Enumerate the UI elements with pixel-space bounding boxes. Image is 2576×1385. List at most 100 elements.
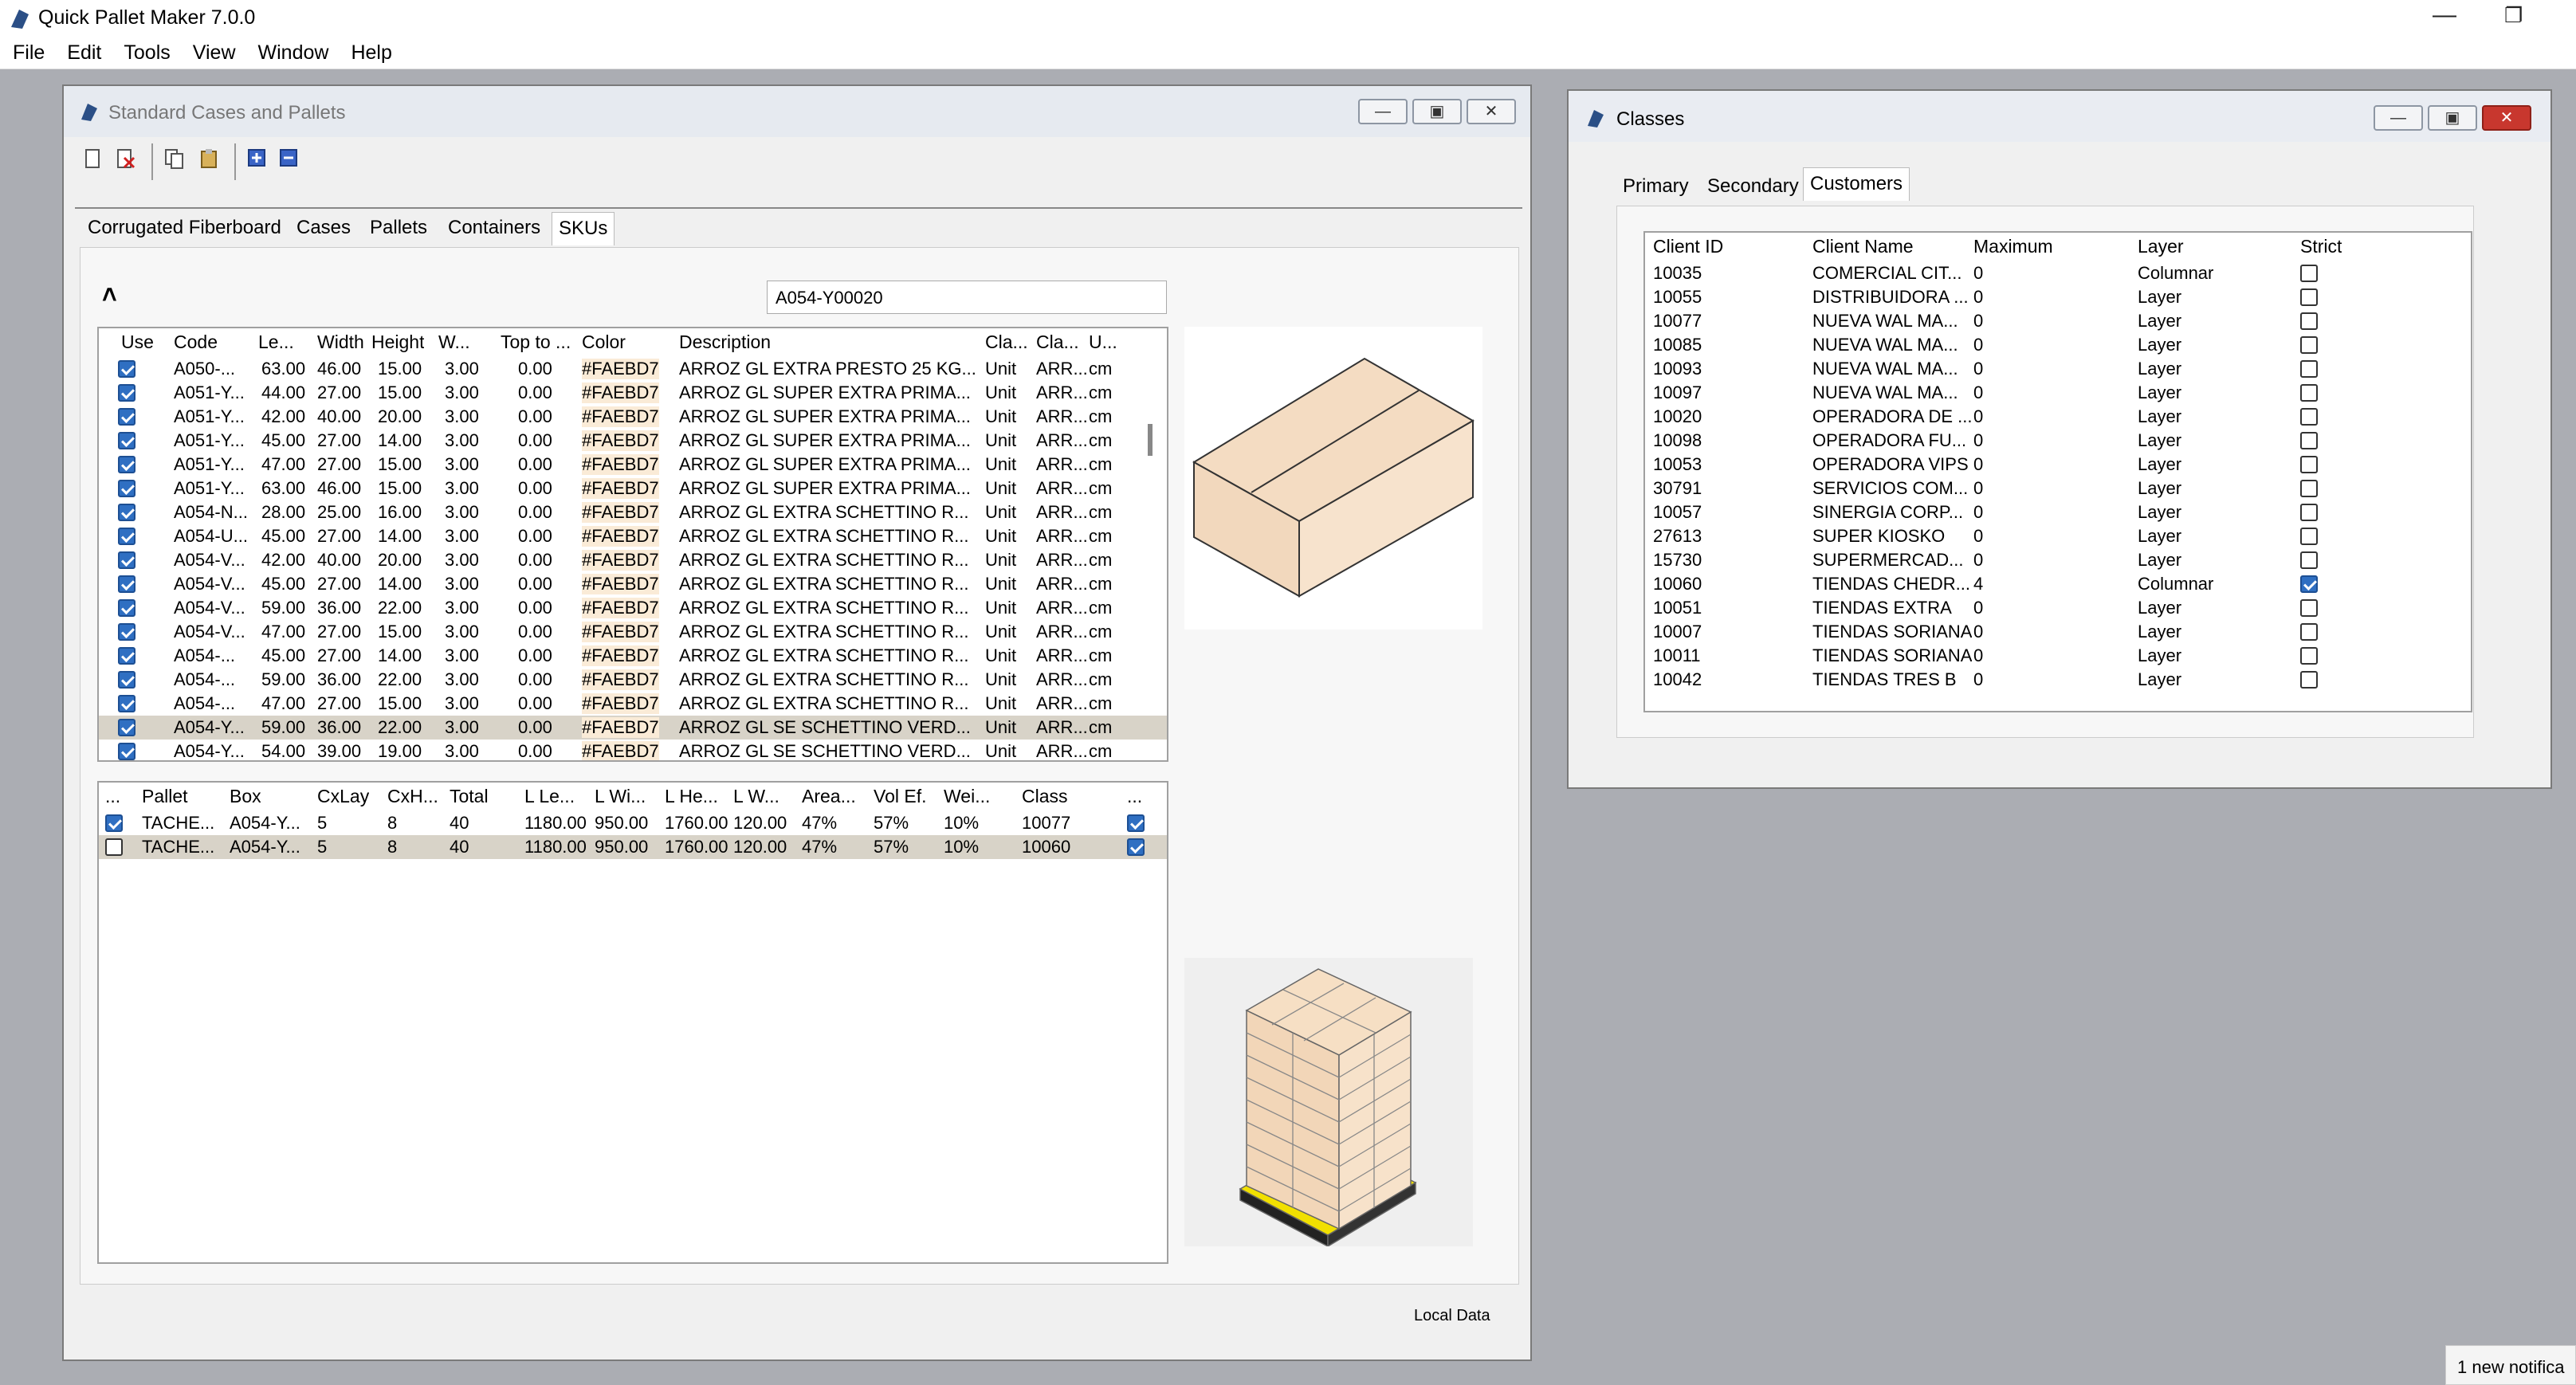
sku-row[interactable]: A054-V... 45.00 27.00 14.00 3.00 0.00 #FAEBD7 A…	[99, 572, 1167, 596]
use-checkbox[interactable]	[118, 623, 135, 641]
paste-icon[interactable]	[199, 148, 220, 169]
pallet-header-9[interactable]: L W...	[733, 786, 779, 807]
window-close-button[interactable]: ✕	[1467, 99, 1516, 124]
sku-row[interactable]: A054-N... 28.00 25.00 16.00 3.00 0.00 #FAEBD7 A…	[99, 500, 1167, 524]
pallet-header-8[interactable]: L He...	[665, 786, 718, 807]
sku-header-9[interactable]: Cla...	[985, 332, 1028, 353]
use-checkbox[interactable]	[118, 743, 135, 760]
pallet-checkbox[interactable]	[105, 838, 123, 856]
use-checkbox[interactable]	[118, 575, 135, 593]
pallet-header-3[interactable]: CxLay	[317, 786, 369, 807]
customer-row[interactable]: 10020 OPERADORA DE ... 0 Layer	[1645, 405, 2471, 429]
sku-row[interactable]: A054-... 59.00 36.00 22.00 3.00 0.00 #FAEBD7 AR…	[99, 668, 1167, 692]
pallet-header-2[interactable]: Box	[230, 786, 261, 807]
sku-header-6[interactable]: Top to ...	[501, 332, 571, 353]
strict-checkbox[interactable]	[2300, 265, 2318, 282]
strict-checkbox[interactable]	[2300, 336, 2318, 354]
customer-row[interactable]: 10007 TIENDAS SORIANA 0 Layer	[1645, 620, 2471, 644]
use-checkbox[interactable]	[118, 671, 135, 689]
strict-checkbox[interactable]	[2300, 384, 2318, 402]
tab-primary[interactable]: Primary	[1616, 171, 1695, 204]
strict-checkbox[interactable]	[2300, 504, 2318, 521]
classes-minimize-button[interactable]: —	[2374, 105, 2423, 131]
use-checkbox[interactable]	[118, 695, 135, 712]
pallet-header-13[interactable]: Class	[1022, 786, 1068, 807]
pallet-header-4[interactable]: CxH...	[387, 786, 438, 807]
pallet-header-10[interactable]: Area...	[802, 786, 856, 807]
strict-checkbox[interactable]	[2300, 671, 2318, 689]
customer-row[interactable]: 30791 SERVICIOS COM... 0 Layer	[1645, 477, 2471, 500]
menu-file[interactable]: File	[13, 38, 45, 65]
tab-corrugated-fiberboard[interactable]: Corrugated Fiberboard	[81, 212, 288, 245]
sku-row[interactable]: A054-... 47.00 27.00 15.00 3.00 0.00 #FAEBD7 AR…	[99, 692, 1167, 716]
tab-customers[interactable]: Customers	[1803, 167, 1910, 201]
pallet-header-6[interactable]: L Le...	[524, 786, 575, 807]
collapse-icon[interactable]: ˄	[102, 281, 117, 310]
strict-checkbox[interactable]	[2300, 312, 2318, 330]
customer-row[interactable]: 10085 NUEVA WAL MA... 0 Layer	[1645, 333, 2471, 357]
pallet-row[interactable]: TACHE... A054-Y... 5 8 40 1180.00 950.00 1760.0…	[99, 835, 1167, 859]
window-minimize-button[interactable]: —	[1358, 99, 1408, 124]
sku-header-3[interactable]: Width	[317, 332, 364, 353]
export-icon[interactable]	[279, 148, 300, 169]
pallet-header-12[interactable]: Wei...	[944, 786, 990, 807]
customer-row[interactable]: 10053 OPERADORA VIPS 0 Layer	[1645, 453, 2471, 477]
menu-edit[interactable]: Edit	[67, 38, 101, 65]
app-minimize-button[interactable]: —	[2433, 2, 2456, 29]
customer-row[interactable]: 15730 SUPERMERCAD... 0 Layer	[1645, 548, 2471, 572]
strict-checkbox[interactable]	[2300, 288, 2318, 306]
window-maximize-button[interactable]: ▣	[1412, 99, 1462, 124]
sku-row[interactable]: A054-Y... 54.00 39.00 19.00 3.00 0.00 #FAEBD7 A…	[99, 740, 1167, 760]
strict-checkbox[interactable]	[2300, 623, 2318, 641]
tab-skus[interactable]: SKUs	[552, 212, 615, 245]
classes-maximize-button[interactable]: ▣	[2428, 105, 2477, 131]
customer-row[interactable]: 10011 TIENDAS SORIANA 0 Layer	[1645, 644, 2471, 668]
menu-help[interactable]: Help	[351, 38, 391, 65]
sku-header-0[interactable]: Use	[121, 332, 154, 353]
sku-row[interactable]: A054-V... 59.00 36.00 22.00 3.00 0.00 #FAEBD7 A…	[99, 596, 1167, 620]
delete-icon[interactable]	[116, 148, 137, 169]
notification-toast[interactable]: 1 new notifica	[2445, 1345, 2576, 1385]
use-checkbox[interactable]	[118, 719, 135, 736]
customer-row[interactable]: 10057 SINERGIA CORP... 0 Layer	[1645, 500, 2471, 524]
app-restore-button[interactable]: ❐	[2504, 3, 2523, 28]
pallet-header-14[interactable]: ...	[1127, 786, 1142, 807]
customer-row[interactable]: 10035 COMERCIAL CIT... 0 Columnar	[1645, 261, 2471, 285]
customers-header-3[interactable]: Layer	[2138, 236, 2184, 257]
pallet-header-7[interactable]: L Wi...	[595, 786, 646, 807]
copy-icon[interactable]	[164, 148, 185, 169]
customer-row[interactable]: 10097 NUEVA WAL MA... 0 Layer	[1645, 381, 2471, 405]
sku-header-1[interactable]: Code	[174, 332, 218, 353]
pallet-header-5[interactable]: Total	[450, 786, 489, 807]
customer-row[interactable]: 10093 NUEVA WAL MA... 0 Layer	[1645, 357, 2471, 381]
customer-row[interactable]: 27613 SUPER KIOSKO 0 Layer	[1645, 524, 2471, 548]
customers-header-1[interactable]: Client Name	[1812, 236, 1914, 257]
menu-tools[interactable]: Tools	[124, 38, 170, 65]
use-checkbox[interactable]	[118, 384, 135, 402]
use-checkbox[interactable]	[118, 480, 135, 497]
tab-cases[interactable]: Cases	[290, 212, 357, 245]
sku-header-8[interactable]: Description	[679, 332, 771, 353]
customer-row[interactable]: 10077 NUEVA WAL MA... 0 Layer	[1645, 309, 2471, 333]
new-document-icon[interactable]	[84, 148, 102, 169]
use-checkbox[interactable]	[118, 647, 135, 665]
strict-checkbox[interactable]	[2300, 575, 2318, 593]
sku-search-input[interactable]: A054-Y00020	[767, 281, 1167, 314]
pallet-header-0[interactable]: ...	[105, 786, 120, 807]
customers-header-2[interactable]: Maximum	[1973, 236, 2053, 257]
strict-checkbox[interactable]	[2300, 528, 2318, 545]
use-checkbox[interactable]	[118, 456, 135, 473]
strict-checkbox[interactable]	[2300, 480, 2318, 497]
customer-row[interactable]: 10055 DISTRIBUIDORA ... 0 Layer	[1645, 285, 2471, 309]
strict-checkbox[interactable]	[2300, 599, 2318, 617]
sku-row[interactable]: A054-U... 45.00 27.00 14.00 3.00 0.00 #FAEBD7 A…	[99, 524, 1167, 548]
sku-row[interactable]: A054-V... 42.00 40.00 20.00 3.00 0.00 #FAEBD7 A…	[99, 548, 1167, 572]
use-checkbox[interactable]	[118, 408, 135, 426]
pallet-header-1[interactable]: Pallet	[142, 786, 188, 807]
sku-row[interactable]: A051-Y... 44.00 27.00 15.00 3.00 0.00 #FAEBD7 A…	[99, 381, 1167, 405]
customer-row[interactable]: 10060 TIENDAS CHEDR... 4 Columnar	[1645, 572, 2471, 596]
strict-checkbox[interactable]	[2300, 408, 2318, 426]
sku-row[interactable]: A051-Y... 42.00 40.00 20.00 3.00 0.00 #FAEBD7 A…	[99, 405, 1167, 429]
use-checkbox[interactable]	[118, 551, 135, 569]
pallet-end-checkbox[interactable]	[1127, 838, 1145, 856]
